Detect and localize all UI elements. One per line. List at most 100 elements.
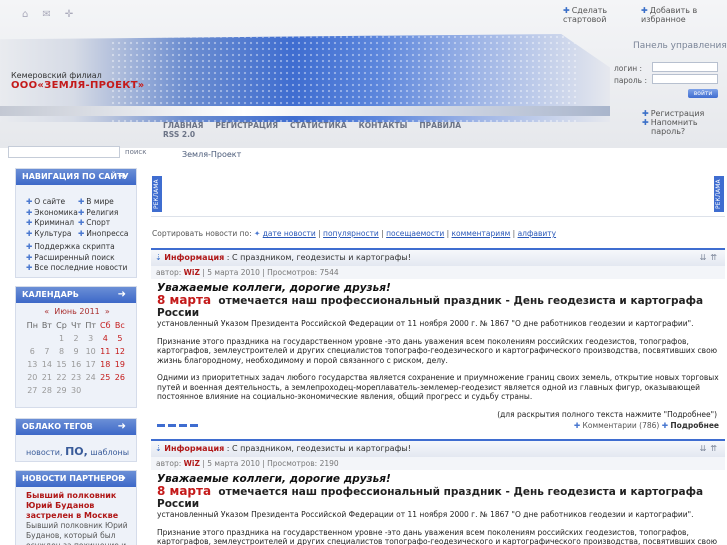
calendar-next[interactable]: »	[105, 307, 110, 316]
tag-news[interactable]: новости,	[26, 448, 63, 457]
calendar-day[interactable]: 7	[40, 345, 55, 358]
tag-templates[interactable]: шаблоны	[90, 448, 129, 457]
calendar-prev[interactable]: «	[44, 307, 49, 316]
calendar-day[interactable]: 28	[40, 384, 55, 397]
sort-by-visits[interactable]: посещаемости	[386, 229, 444, 238]
nav-contacts[interactable]: КОНТАКТЫ	[359, 121, 408, 130]
article-decree: установленный Указом Президента Российск…	[157, 319, 694, 328]
login-button[interactable]: войти	[688, 89, 718, 98]
article-category[interactable]: Информация	[164, 253, 224, 262]
sitemap-icon[interactable]: ✛	[65, 9, 73, 20]
password-input[interactable]	[652, 74, 718, 84]
nav-statistics[interactable]: СТАТИСТИКА	[290, 121, 347, 130]
sidebar-item-economy[interactable]: ✚ Экономика	[26, 208, 78, 219]
article-category[interactable]: Информация	[164, 444, 224, 453]
tag-cloud-block: ОБЛАКО ТЕГОВ ➜ новости, ПО, шаблоны	[15, 418, 137, 462]
article-paragraph: Признание этого праздника на государстве…	[157, 527, 718, 545]
register-link[interactable]: ✚ Регистрация	[642, 109, 722, 118]
ad-label-left: РЕКЛАМА	[152, 176, 162, 212]
sidebar-item-crime[interactable]: ✚ Криминал	[26, 218, 78, 229]
logo[interactable]: ООО«ЗЕМЛЯ-ПРОЕКТ»	[11, 80, 145, 91]
calendar-day[interactable]: 4	[98, 332, 113, 345]
expand-icon[interactable]: ⇈	[710, 253, 721, 262]
calendar-day[interactable]: 21	[40, 371, 55, 384]
sort-by-alphabet[interactable]: алфавиту	[518, 229, 557, 238]
search-button[interactable]: поиск	[125, 148, 147, 156]
calendar-day[interactable]: 3	[83, 332, 98, 345]
calendar-grid: Пн Вт Ср Чт Пт Сб Вс 1 2 3 4 5 6 7 8 9 1…	[25, 319, 127, 397]
calendar-day[interactable]: 12	[113, 345, 128, 358]
calendar-day[interactable]: 16	[69, 358, 84, 371]
collapse-icon[interactable]: ⇊	[700, 444, 711, 453]
sidebar-item-about[interactable]: ✚ О сайте	[26, 197, 78, 208]
login-input[interactable]	[652, 62, 718, 72]
plus-icon: ✚	[78, 218, 85, 227]
article-author[interactable]: WiZ	[184, 459, 200, 468]
calendar-day[interactable]: 20	[25, 371, 40, 384]
calendar-day[interactable]: 23	[69, 371, 84, 384]
news-article: ⇣ Информация : С праздником, геодезисты …	[151, 439, 725, 545]
page: ⌂ ✉ ✛ Кемеровский филиал ООО«ЗЕМЛЯ-ПРОЕК…	[0, 0, 727, 545]
calendar-day[interactable]: 17	[83, 358, 98, 371]
search-input[interactable]	[8, 146, 120, 158]
article-author[interactable]: WiZ	[184, 268, 200, 277]
calendar-day[interactable]: 30	[69, 384, 84, 397]
sidebar-item-latest-news[interactable]: ✚ Все последние новости	[26, 263, 127, 274]
breadcrumb[interactable]: Земля-Проект	[182, 150, 241, 159]
calendar-day[interactable]: 25	[98, 371, 113, 384]
mail-icon[interactable]: ✉	[42, 9, 50, 20]
calendar-day[interactable]: 11	[98, 345, 113, 358]
make-start-link[interactable]: ✚ Сделать стартовой	[563, 6, 641, 24]
calendar-day	[83, 384, 98, 397]
sort-by-popularity[interactable]: популярности	[323, 229, 379, 238]
calendar-day[interactable]: 19	[113, 358, 128, 371]
plus-icon: ✚	[26, 197, 33, 206]
calendar-day[interactable]: 29	[54, 384, 69, 397]
calendar-day[interactable]: 22	[54, 371, 69, 384]
sidebar-item-foreign-press[interactable]: ✚ Инопресса	[78, 229, 129, 240]
article-title[interactable]: С праздником, геодезисты и картографы!	[232, 253, 411, 262]
add-favorite-link[interactable]: ✚ Добавить в избранное	[641, 6, 707, 24]
home-icon[interactable]: ⌂	[22, 9, 28, 20]
sidebar-item-religion[interactable]: ✚ Религия	[78, 208, 129, 219]
calendar-day[interactable]: 24	[83, 371, 98, 384]
ad-label-right: РЕКЛАМА	[714, 176, 724, 212]
calendar-day[interactable]: 27	[25, 384, 40, 397]
banner-stripe	[0, 106, 610, 116]
plus-icon: ✚	[26, 207, 33, 217]
tag-software[interactable]: ПО,	[65, 445, 88, 458]
sidebar-item-culture[interactable]: ✚ Культура	[26, 229, 78, 240]
remind-password-link[interactable]: ✚ Напомнить пароль?	[642, 118, 722, 136]
calendar-day[interactable]: 18	[98, 358, 113, 371]
calendar-day[interactable]: 26	[113, 371, 128, 384]
article-title[interactable]: С праздником, геодезисты и картографы!	[232, 444, 411, 453]
nav-home[interactable]: ГЛАВНАЯ	[163, 121, 203, 130]
comments-link[interactable]: Комментарии (786)	[583, 421, 660, 430]
calendar-day[interactable]: 5	[113, 332, 128, 345]
calendar-day[interactable]: 9	[69, 345, 84, 358]
nav-rules[interactable]: ПРАВИЛА	[419, 121, 461, 130]
sidebar-item-advanced-search[interactable]: ✚ Расширенный поиск	[26, 253, 127, 264]
plus-icon: ✚	[642, 109, 649, 118]
nav-register[interactable]: РЕГИСТРАЦИЯ	[215, 121, 278, 130]
expand-icon[interactable]: ⇈	[710, 444, 721, 453]
details-link[interactable]: Подробнее	[670, 421, 719, 430]
sort-by-date[interactable]: дате новости	[263, 229, 316, 238]
sidebar-item-sport[interactable]: ✚ Спорт	[78, 218, 129, 229]
calendar-day[interactable]: 8	[54, 345, 69, 358]
calendar-day[interactable]: 13	[25, 358, 40, 371]
sidebar-item-world[interactable]: ✚ В мире	[78, 197, 129, 208]
calendar-day[interactable]: 14	[40, 358, 55, 371]
partner-news-headline[interactable]: Бывший полковник Юрий Буданов застрелен …	[26, 491, 131, 521]
sidebar-item-support[interactable]: ✚ Поддержка скрипта	[26, 242, 127, 253]
sort-by-comments[interactable]: комментариям	[452, 229, 511, 238]
nav-left-column: ✚ О сайте ✚ Экономика ✚ Криминал ✚ Культура	[26, 197, 78, 239]
calendar-day[interactable]: 6	[25, 345, 40, 358]
collapse-icon[interactable]: ⇊	[700, 253, 711, 262]
calendar-day[interactable]: 10	[83, 345, 98, 358]
nav-rss[interactable]: RSS 2.0	[163, 130, 195, 139]
password-label: пароль :	[614, 76, 647, 85]
calendar-day[interactable]: 2	[69, 332, 84, 345]
calendar-day[interactable]: 15	[54, 358, 69, 371]
calendar-day[interactable]: 1	[54, 332, 69, 345]
